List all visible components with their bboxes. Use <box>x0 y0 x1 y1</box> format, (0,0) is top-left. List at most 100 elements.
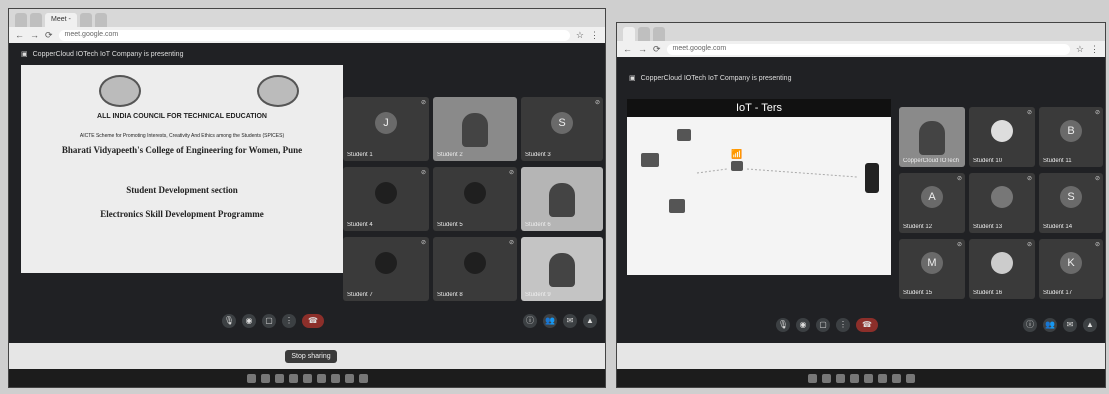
chat-icon[interactable]: ✉ <box>563 314 577 328</box>
app-icon[interactable] <box>358 373 368 383</box>
end-call-button[interactable]: ☎ <box>302 314 324 328</box>
mic-off-icon: ⊘ <box>1026 176 1032 182</box>
camera-icon[interactable]: ◉ <box>796 318 810 332</box>
address-bar: ← → ⟳ meet.google.com ☆ ⋮ <box>9 27 605 43</box>
forward-icon[interactable]: → <box>30 30 39 40</box>
back-icon[interactable]: ← <box>15 30 24 40</box>
participant-video-tile[interactable]: CopperCloud IOTech <box>899 107 965 167</box>
participant-tile[interactable]: ⊘ J Student 1 <box>343 97 429 161</box>
presenting-banner: ▣ CopperCloud IOTech IoT Company is pres… <box>623 71 1099 85</box>
mic-icon[interactable]: 🎙 <box>222 314 236 328</box>
browser-icon[interactable] <box>863 373 873 383</box>
participant-video-tile[interactable]: Student 6 <box>521 167 603 231</box>
explorer-icon[interactable] <box>288 373 298 383</box>
more-options-icon[interactable]: ⋮ <box>836 318 850 332</box>
activities-icon[interactable]: ▲ <box>583 314 597 328</box>
info-icon[interactable]: ⓘ <box>1023 318 1037 332</box>
mic-icon[interactable]: 🎙 <box>776 318 790 332</box>
participant-tile[interactable]: ⊘ Student 5 <box>433 167 517 231</box>
browser-tab[interactable] <box>79 13 92 27</box>
presenting-text: CopperCloud IOTech IoT Company is presen… <box>32 50 184 58</box>
participant-initial: A <box>921 186 943 208</box>
participant-name: Student 7 <box>347 292 373 298</box>
mic-off-icon: ⊘ <box>1094 110 1100 116</box>
participant-tile[interactable]: ⊘ Student 10 <box>969 107 1035 167</box>
back-icon[interactable]: ← <box>623 44 632 54</box>
participant-video <box>549 183 575 218</box>
search-icon[interactable] <box>821 373 831 383</box>
participant-tile[interactable]: ⊘ Student 13 <box>969 173 1035 233</box>
reload-icon[interactable]: ⟳ <box>653 44 661 55</box>
browser-tab[interactable] <box>30 13 42 27</box>
windows-taskbar <box>617 369 1105 387</box>
present-screen-icon[interactable]: ▢ <box>262 314 276 328</box>
participant-video <box>462 113 488 148</box>
browser-tab-active[interactable]: Meet - <box>45 13 77 27</box>
taskview-icon[interactable] <box>274 373 284 383</box>
participant-video-tile[interactable]: Student 2 <box>433 97 517 161</box>
url-field[interactable]: meet.google.com <box>58 29 570 41</box>
reload-icon[interactable]: ⟳ <box>45 30 53 41</box>
browser-tab[interactable] <box>15 13 27 27</box>
participant-tile[interactable]: ⊘ Student 4 <box>343 167 429 231</box>
search-icon[interactable] <box>260 373 270 383</box>
chat-icon[interactable]: ✉ <box>1063 318 1077 332</box>
browser-icon[interactable] <box>302 373 312 383</box>
participant-tile[interactable]: ⊘ B Student 11 <box>1039 107 1103 167</box>
participant-tile[interactable]: ⊘ S Student 14 <box>1039 173 1103 233</box>
participant-name: Student 10 <box>973 158 1003 164</box>
star-icon[interactable]: ☆ <box>576 30 584 41</box>
menu-icon[interactable]: ⋮ <box>1090 44 1099 55</box>
app-icon[interactable] <box>344 373 354 383</box>
slide-scheme: AICTE Scheme for Promoting Interests, Cr… <box>79 133 285 139</box>
camera-icon[interactable]: ◉ <box>242 314 256 328</box>
explorer-icon[interactable] <box>849 373 859 383</box>
avatar <box>375 251 397 274</box>
browser-tab[interactable] <box>653 27 665 41</box>
participant-tile[interactable]: ⊘ A Student 12 <box>899 173 965 233</box>
more-options-icon[interactable]: ⋮ <box>282 314 296 328</box>
mic-off-icon: ⊘ <box>1026 242 1032 248</box>
participant-tile[interactable]: ⊘ S Student 3 <box>521 97 603 161</box>
stop-sharing-button[interactable]: Stop sharing <box>285 349 337 363</box>
meet-control-bar: 🎙 ◉ ▢ ⋮ ☎ ⓘ 👥 ✉ ▲ <box>617 313 1105 337</box>
browser-tab-bar <box>617 23 1105 41</box>
slide-program: Electronics Skill Development Programme <box>100 209 264 219</box>
info-icon[interactable]: ⓘ <box>523 314 537 328</box>
people-icon[interactable]: 👥 <box>1043 318 1057 332</box>
presenting-text: CopperCloud IOTech IoT Company is presen… <box>640 74 792 82</box>
menu-icon[interactable]: ⋮ <box>590 30 599 41</box>
browser-tab-active[interactable] <box>623 27 635 41</box>
browser-tab[interactable] <box>94 13 107 27</box>
start-icon[interactable] <box>246 373 256 383</box>
app-icon[interactable] <box>330 373 340 383</box>
avatar <box>991 252 1013 274</box>
start-icon[interactable] <box>807 373 817 383</box>
participant-initial: S <box>551 111 573 134</box>
participant-video-tile[interactable]: Student 9 <box>521 237 603 301</box>
end-call-button[interactable]: ☎ <box>856 318 878 332</box>
taskview-icon[interactable] <box>835 373 845 383</box>
app-icon[interactable] <box>877 373 887 383</box>
star-icon[interactable]: ☆ <box>1076 44 1084 55</box>
present-icon: ▣ <box>21 51 28 58</box>
participant-tile[interactable]: ⊘ Student 8 <box>433 237 517 301</box>
participant-tile[interactable]: ⊘ M Student 15 <box>899 239 965 299</box>
participant-tile[interactable]: ⊘ Student 16 <box>969 239 1035 299</box>
present-screen-icon[interactable]: ▢ <box>816 318 830 332</box>
url-field[interactable]: meet.google.com <box>666 43 1070 55</box>
participant-initial: B <box>1060 120 1082 142</box>
mic-off-icon: ⊘ <box>594 100 600 106</box>
windows-taskbar <box>9 369 605 387</box>
forward-icon[interactable]: → <box>638 44 647 54</box>
right-monitor-screen: ← → ⟳ meet.google.com ☆ ⋮ ▣ CopperCloud … <box>616 22 1106 388</box>
app-icon[interactable] <box>316 373 326 383</box>
people-icon[interactable]: 👥 <box>543 314 557 328</box>
activities-icon[interactable]: ▲ <box>1083 318 1097 332</box>
app-icon[interactable] <box>891 373 901 383</box>
participant-initial: K <box>1060 252 1082 274</box>
app-icon[interactable] <box>905 373 915 383</box>
browser-tab[interactable] <box>638 27 650 41</box>
participant-tile[interactable]: ⊘ Student 7 <box>343 237 429 301</box>
participant-tile[interactable]: ⊘ K Student 17 <box>1039 239 1103 299</box>
